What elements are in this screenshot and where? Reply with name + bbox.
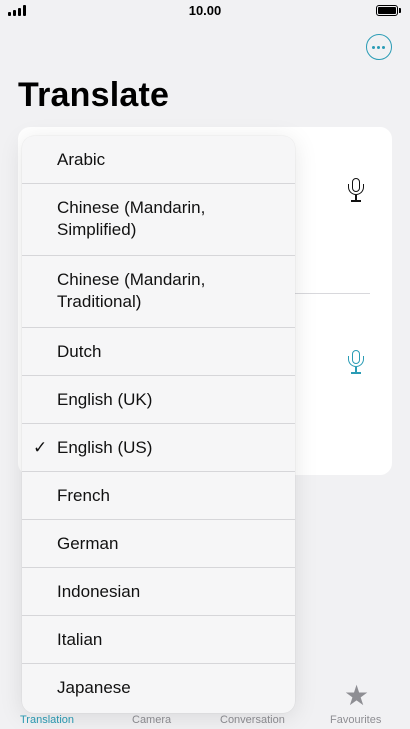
menu-item-german[interactable]: German <box>22 520 295 568</box>
microphone-icon[interactable] <box>348 350 364 376</box>
menu-item-label: Arabic <box>57 150 106 169</box>
menu-item-label: French <box>57 486 110 505</box>
menu-item-japanese[interactable]: Japanese <box>22 664 295 713</box>
battery-tip <box>399 8 401 13</box>
tab-translation[interactable]: Translation <box>20 714 74 726</box>
tab-conversation[interactable]: Conversation <box>220 714 285 726</box>
menu-item-label: Indonesian <box>57 582 141 601</box>
menu-item-chinese-simplified[interactable]: Chinese (Mandarin, Simplified) <box>22 184 295 256</box>
menu-item-english-uk[interactable]: English (UK) <box>22 376 295 424</box>
menu-item-label: Italian <box>57 630 103 649</box>
page-title: Translate <box>18 76 170 114</box>
tab-favourites[interactable]: Favourites <box>330 714 381 726</box>
tab-camera[interactable]: Camera <box>132 714 171 726</box>
menu-item-label: Dutch <box>57 342 102 361</box>
menu-item-label: German <box>57 534 119 553</box>
menu-item-label: Japanese <box>57 678 131 697</box>
language-menu: Arabic Chinese (Mandarin, Simplified) Ch… <box>22 136 295 713</box>
menu-item-arabic[interactable]: Arabic <box>22 136 295 184</box>
menu-item-label: Chinese (Mandarin, Traditional) <box>57 270 206 311</box>
menu-item-italian[interactable]: Italian <box>22 616 295 664</box>
menu-item-chinese-traditional[interactable]: Chinese (Mandarin, Traditional) <box>22 256 295 328</box>
menu-item-label: Chinese (Mandarin, Simplified) <box>57 198 206 239</box>
star-icon[interactable]: ★ <box>344 682 369 710</box>
menu-item-french[interactable]: French <box>22 472 295 520</box>
status-bar: 10.00 <box>0 0 410 26</box>
checkmark-icon: ✓ <box>33 438 48 457</box>
more-options-button[interactable] <box>366 34 392 60</box>
menu-item-indonesian[interactable]: Indonesian <box>22 568 295 616</box>
status-time: 10.00 <box>188 3 222 18</box>
menu-item-dutch[interactable]: Dutch <box>22 328 295 376</box>
menu-item-label: English (UK) <box>57 390 153 409</box>
battery-icon <box>376 5 398 16</box>
microphone-icon[interactable] <box>348 178 364 204</box>
menu-item-english-us[interactable]: ✓ English (US) <box>22 424 295 472</box>
menu-item-label: English (US) <box>57 438 153 457</box>
